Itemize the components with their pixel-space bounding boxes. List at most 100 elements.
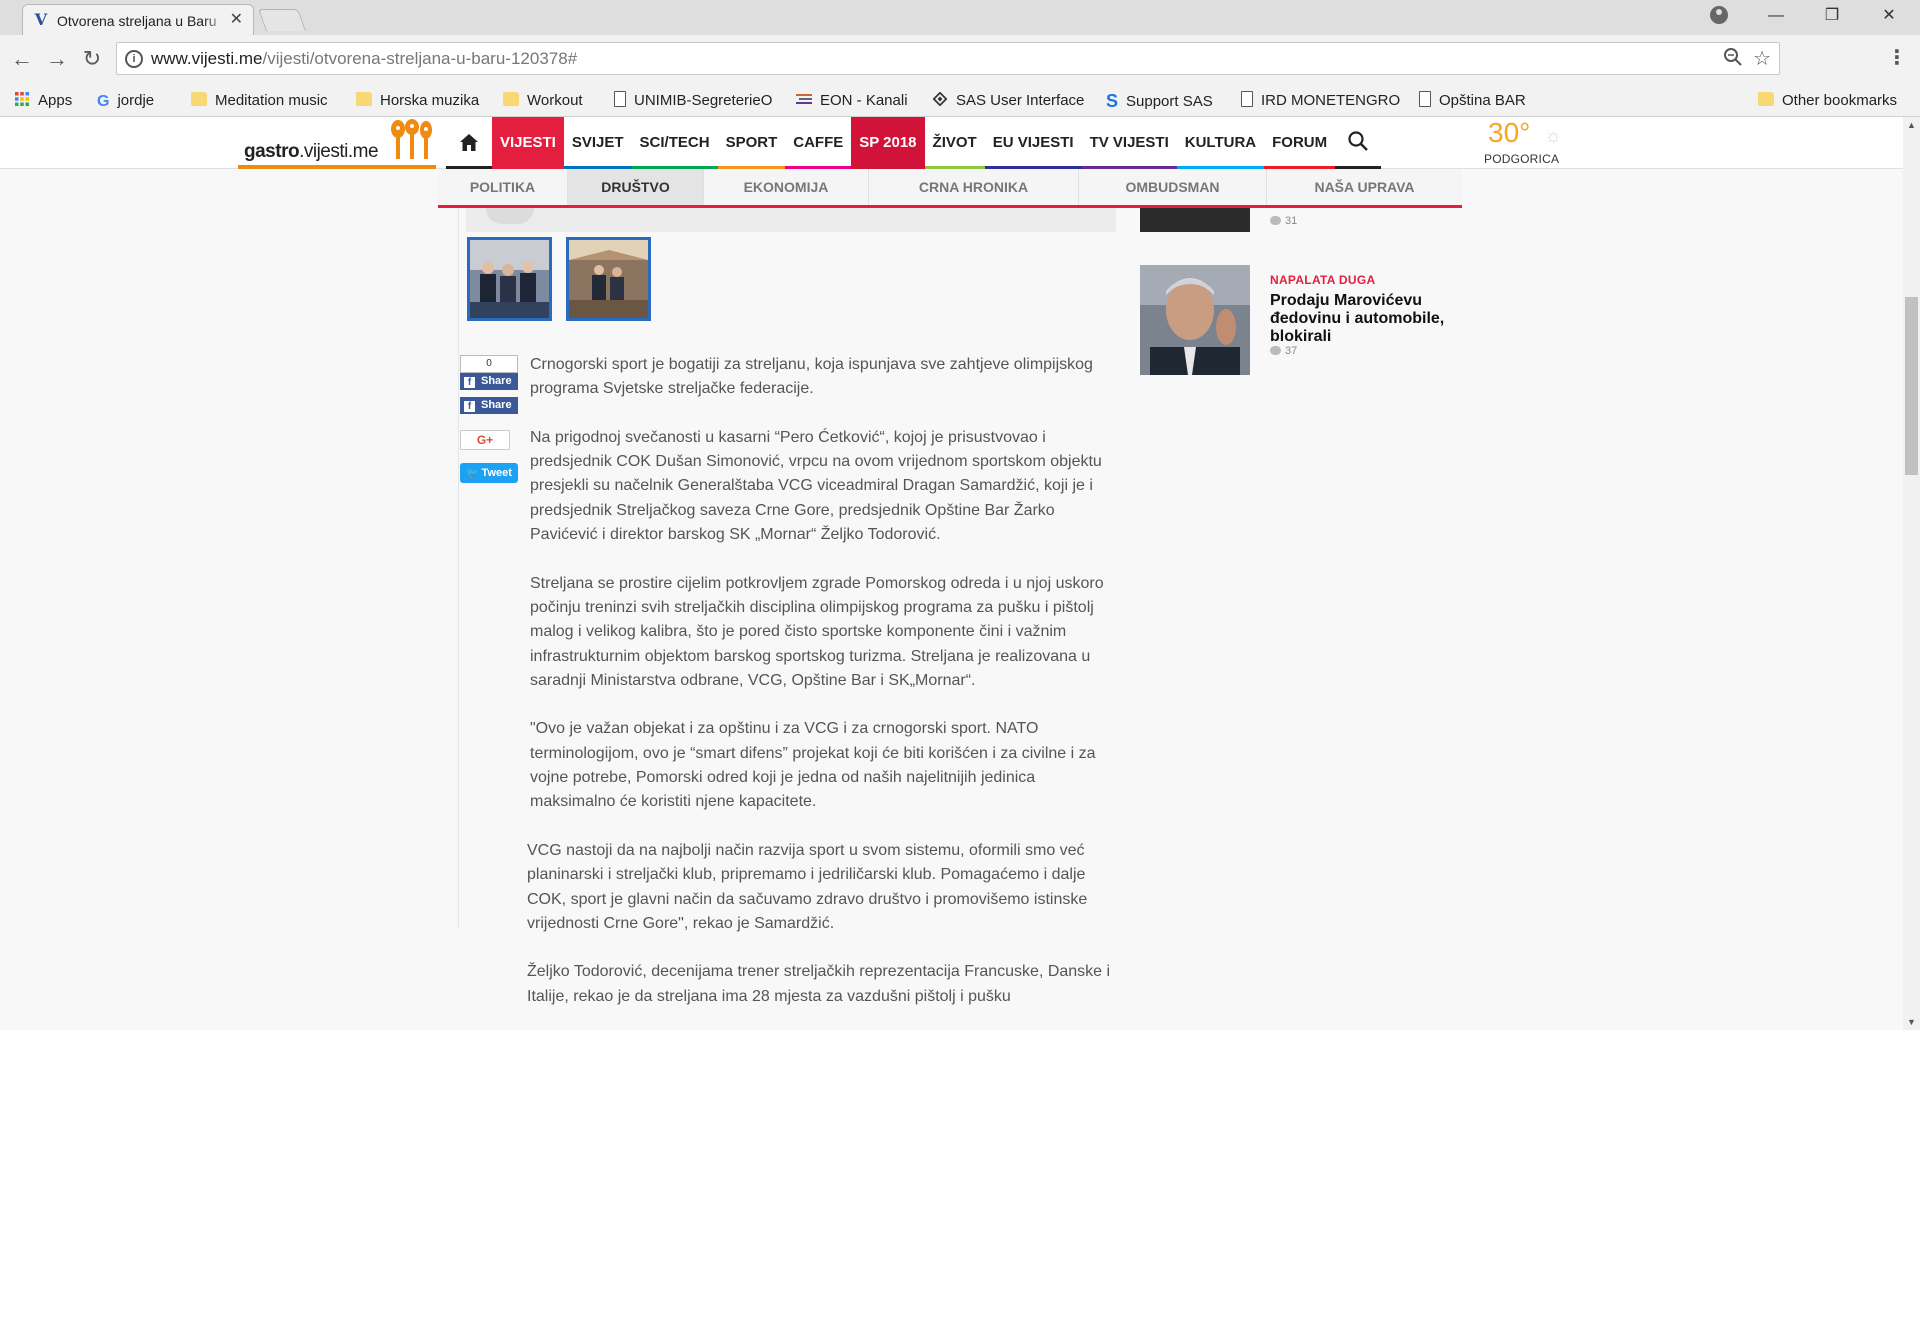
nav-item-eu-vijesti[interactable]: EU VIJESTI bbox=[984, 117, 1082, 169]
tweet-button[interactable]: 🐦 Tweet bbox=[460, 463, 518, 483]
weather-widget[interactable]: 30° ☼ PODGORICA bbox=[1484, 117, 1584, 169]
gallery-thumbnail[interactable] bbox=[566, 237, 651, 321]
site-favicon-icon: V bbox=[34, 10, 48, 29]
forward-button[interactable]: → bbox=[43, 45, 71, 73]
folder-icon bbox=[356, 92, 372, 106]
comment-count: 31 bbox=[1270, 215, 1297, 227]
social-share: 0 f Share f Share G+ 🐦 Tweet bbox=[460, 355, 518, 483]
menu-icon[interactable]: ⋮ bbox=[1887, 47, 1907, 69]
article-divider bbox=[458, 208, 459, 928]
nav-item-sp2018[interactable]: SP 2018 bbox=[851, 117, 925, 169]
sidebar: 31 NAPALATA DUGA Prodaju Marovićevu đedo… bbox=[1140, 208, 1460, 1030]
main-nav: VIJESTI SVIJET SCI/TECH SPORT CAFFE SP 2… bbox=[446, 117, 1382, 169]
scroll-down-icon[interactable]: ▼ bbox=[1907, 1017, 1916, 1027]
reload-button[interactable]: ↻ bbox=[78, 45, 106, 73]
page-icon bbox=[1419, 91, 1431, 107]
url-text[interactable]: www.vijesti.me/vijesti/otvorena-streljan… bbox=[151, 49, 577, 69]
gallery-photo bbox=[569, 240, 648, 318]
bookmark-label: jordje bbox=[117, 92, 155, 109]
scroll-up-icon[interactable]: ▲ bbox=[1907, 120, 1916, 130]
info-icon[interactable]: i bbox=[125, 50, 143, 68]
page-scrollbar[interactable]: ▲ ▼ bbox=[1903, 117, 1920, 1030]
nav-item-label: SVIJET bbox=[571, 134, 624, 151]
subnav-ekonomija[interactable]: EKONOMIJA bbox=[704, 169, 869, 205]
address-bar[interactable]: i www.vijesti.me/vijesti/otvorena-strelj… bbox=[116, 42, 1780, 75]
bookmark-label: Support SAS bbox=[1126, 93, 1213, 110]
sidebar-item-title[interactable]: Prodaju Marovićevu đedovinu i automobile… bbox=[1270, 292, 1456, 346]
nav-item-forum[interactable]: FORUM bbox=[1264, 117, 1336, 169]
folder-icon bbox=[191, 92, 207, 106]
subnav-label: CRNA HRONIKA bbox=[918, 179, 1029, 195]
facebook-share-button-2[interactable]: f Share bbox=[460, 397, 518, 414]
nav-search[interactable] bbox=[1335, 117, 1382, 169]
nav-item-sport[interactable]: SPORT bbox=[717, 117, 786, 169]
nav-item-scitech[interactable]: SCI/TECH bbox=[631, 117, 718, 169]
site-header: gastro.vijesti.me VIJESTI SVIJET SCI/TEC… bbox=[0, 117, 1903, 169]
zoom-icon[interactable] bbox=[1723, 47, 1743, 67]
back-button[interactable]: ← bbox=[8, 45, 36, 73]
share-label: Share bbox=[481, 399, 512, 411]
logo-text: gastro.vijesti.me bbox=[244, 141, 379, 162]
nav-item-svijet[interactable]: SVIJET bbox=[563, 117, 632, 169]
facebook-icon: f bbox=[464, 401, 475, 412]
facebook-share-button[interactable]: f Share bbox=[460, 373, 518, 390]
bookmark-workout[interactable]: Workout bbox=[503, 91, 583, 111]
bookmarks-bar: Apps Gjordje Meditation music Horska muz… bbox=[0, 83, 1920, 117]
nav-item-label: EU VIJESTI bbox=[992, 134, 1074, 151]
minimize-button[interactable]: — bbox=[1753, 0, 1799, 32]
bookmark-sas-user-interface[interactable]: SAS User Interface bbox=[932, 91, 1084, 111]
bookmark-horska-muzika[interactable]: Horska muzika bbox=[356, 91, 479, 111]
star-icon[interactable]: ☆ bbox=[1753, 46, 1771, 71]
tab-close-icon[interactable]: ✕ bbox=[230, 11, 243, 29]
browser-tab-active[interactable]: V Otvorena streljana u Baru ✕ bbox=[22, 4, 254, 35]
bookmark-unimib[interactable]: UNIMIB-SegreterieO bbox=[614, 91, 772, 111]
close-window-button[interactable]: ✕ bbox=[1866, 0, 1912, 32]
nav-item-zivot[interactable]: ŽIVOT bbox=[924, 117, 985, 169]
site-logo[interactable]: gastro.vijesti.me bbox=[238, 117, 436, 169]
folder-icon bbox=[1758, 92, 1774, 106]
bookmark-support-sas[interactable]: S Support SAS bbox=[1106, 91, 1213, 111]
portrait-photo bbox=[1140, 265, 1250, 375]
nav-item-tv-vijesti[interactable]: TV VIJESTI bbox=[1081, 117, 1177, 169]
nav-home[interactable] bbox=[446, 117, 492, 169]
url-host: www.vijesti.me bbox=[151, 49, 263, 68]
bookmark-label: UNIMIB-SegreterieO bbox=[634, 92, 773, 109]
blank-area bbox=[0, 1030, 1920, 1326]
google-plus-button[interactable]: G+ bbox=[460, 430, 510, 450]
bookmark-ird-monetengro[interactable]: IRD MONETENGRO bbox=[1241, 91, 1400, 111]
nav-item-vijesti[interactable]: VIJESTI bbox=[492, 117, 564, 169]
subnav-drustvo[interactable]: DRUŠTVO bbox=[568, 169, 704, 205]
restore-button[interactable]: ❐ bbox=[1809, 0, 1855, 32]
sidebar-item-photo[interactable] bbox=[1140, 208, 1250, 232]
bookmark-opstina-bar[interactable]: Opština BAR bbox=[1419, 91, 1526, 111]
bookmark-other-bookmarks[interactable]: Other bookmarks bbox=[1758, 91, 1897, 111]
sas-icon bbox=[932, 92, 948, 106]
sidebar-item-photo[interactable] bbox=[1140, 265, 1250, 375]
nav-item-label: SP 2018 bbox=[859, 134, 917, 151]
nav-item-kultura[interactable]: KULTURA bbox=[1176, 117, 1265, 169]
gallery-thumbnail[interactable] bbox=[467, 237, 552, 321]
sun-icon: ☼ bbox=[1544, 125, 1563, 147]
subnav-label: EKONOMIJA bbox=[743, 179, 829, 195]
article-hero-image bbox=[466, 208, 1116, 232]
subnav-crna-hronika[interactable]: CRNA HRONIKA bbox=[869, 169, 1079, 205]
bookmark-label: Meditation music bbox=[215, 92, 328, 109]
sidebar-item-category[interactable]: NAPALATA DUGA bbox=[1270, 273, 1375, 287]
subnav-politika[interactable]: POLITIKA bbox=[438, 169, 568, 205]
bookmark-label: IRD MONETENGRO bbox=[1261, 92, 1401, 109]
bookmark-jordje[interactable]: Gjordje bbox=[97, 91, 154, 111]
subnav-ombudsman[interactable]: OMBUDSMAN bbox=[1079, 169, 1267, 205]
new-tab-button[interactable] bbox=[257, 9, 307, 31]
subnav-nasa-uprava[interactable]: NAŠA UPRAVA bbox=[1267, 169, 1462, 205]
scrollbar-thumb[interactable] bbox=[1905, 297, 1918, 475]
profile-icon[interactable] bbox=[1710, 6, 1728, 24]
comment-icon bbox=[1270, 216, 1281, 225]
comment-count: 37 bbox=[1270, 345, 1297, 357]
nav-item-caffe[interactable]: CAFFE bbox=[785, 117, 852, 169]
article-paragraph: Streljana se prostire cijelim potkrovlje… bbox=[530, 574, 1104, 689]
bookmark-eon-kanali[interactable]: EON - Kanali bbox=[796, 91, 908, 111]
bookmark-label: Apps bbox=[38, 92, 73, 109]
bookmark-apps[interactable]: Apps bbox=[14, 91, 72, 111]
article-paragraph: VCG nastoji da na najbolji način razvija… bbox=[527, 841, 1088, 932]
bookmark-meditation-music[interactable]: Meditation music bbox=[191, 91, 328, 111]
